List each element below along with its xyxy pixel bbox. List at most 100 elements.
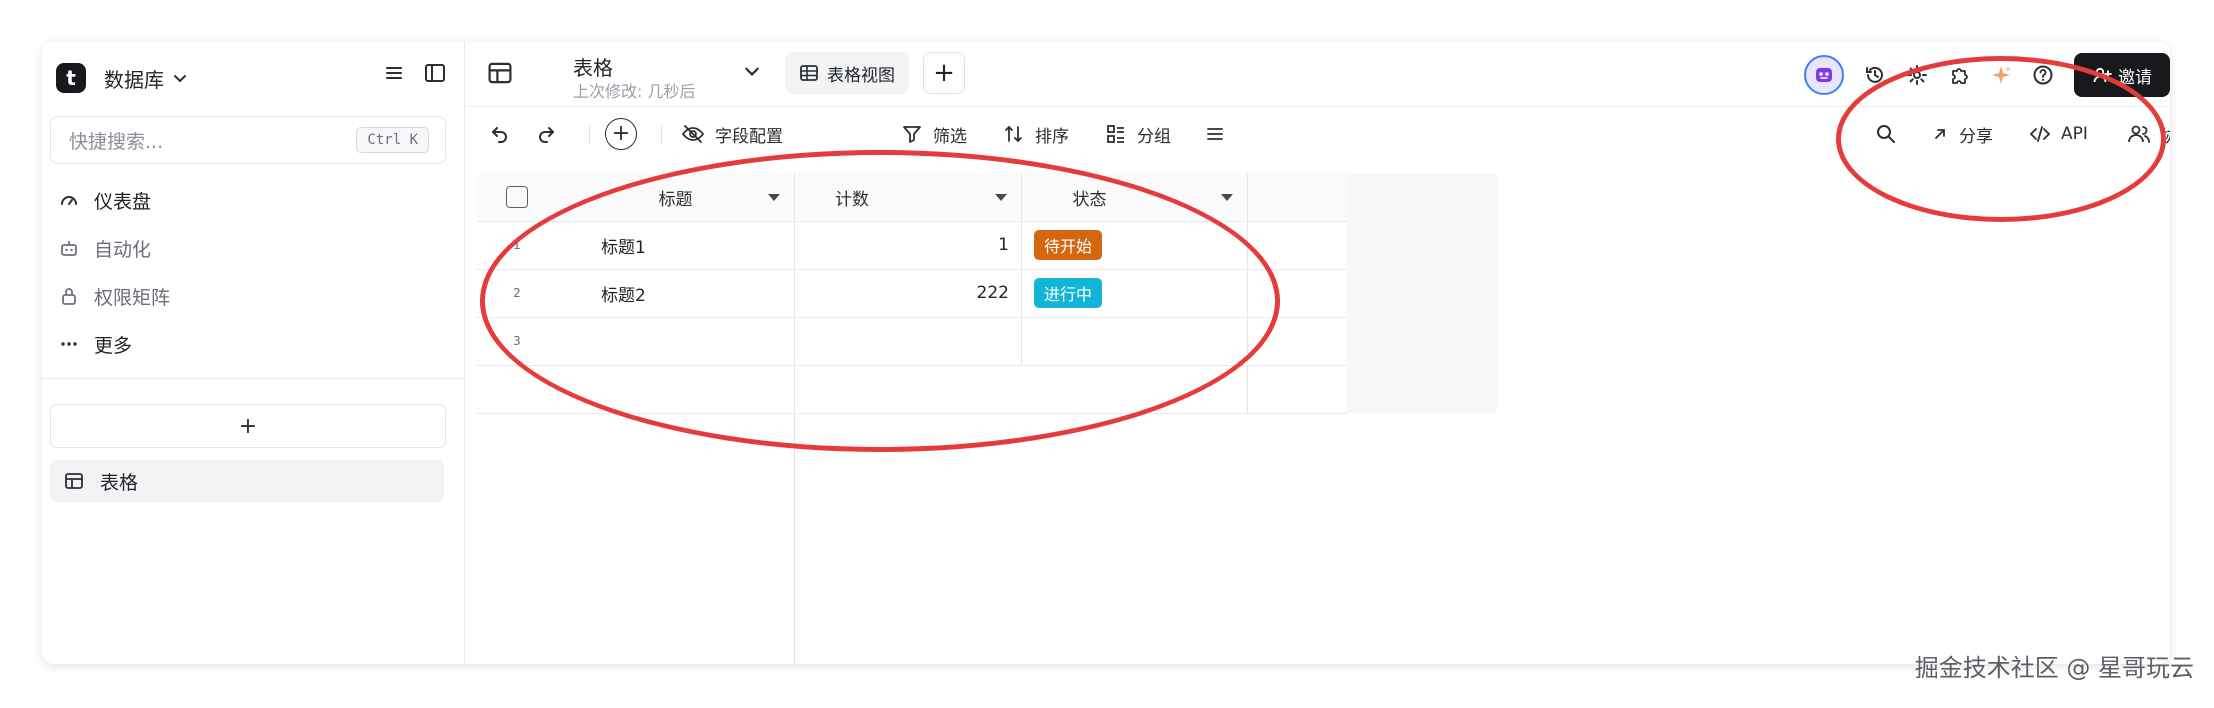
base-switcher[interactable]: t 数据库 (50, 56, 188, 100)
filter-button[interactable]: 筛选 (901, 107, 967, 161)
field-config-label: 字段配置 (715, 126, 783, 147)
last-modified: 上次修改: 几秒后 (573, 82, 696, 101)
sparkle-ai-icon[interactable] (1990, 64, 2012, 86)
search-button[interactable] (1875, 107, 1897, 161)
count-cell[interactable] (795, 317, 1022, 365)
redo-button[interactable] (535, 107, 557, 161)
undo-button[interactable] (489, 107, 511, 161)
toolbar: + 字段配置 筛选 排序 分组 分享 API 协 (465, 107, 2170, 161)
sidebar-item-label: 权限矩阵 (94, 286, 171, 309)
toolbar-divider (661, 125, 662, 145)
title-cell[interactable] (557, 317, 795, 365)
header: 表格 上次修改: 几秒后 表格视图 + 邀请 (465, 42, 2170, 107)
sort-label: 排序 (1035, 126, 1069, 147)
arrow-up-right-icon (1931, 125, 1949, 143)
column-menu-caret-icon[interactable] (768, 194, 780, 201)
filter-label: 筛选 (933, 126, 967, 147)
table-row[interactable]: 2 标题2 222 进行中 (477, 269, 1347, 318)
redo-icon (535, 123, 557, 145)
group-button[interactable]: 分组 (1105, 107, 1171, 161)
status-cell[interactable] (1022, 317, 1248, 365)
column-header-status[interactable]: 状态 (1022, 173, 1248, 221)
row-number: 1 (513, 238, 521, 252)
cell-number: 222 (976, 283, 1009, 303)
share-button[interactable]: 分享 (1931, 107, 1993, 161)
append-row[interactable] (477, 365, 1347, 414)
history-icon[interactable] (1864, 64, 1886, 86)
group-label: 分组 (1137, 126, 1171, 147)
table-title[interactable]: 表格 (573, 52, 613, 81)
column-header-count[interactable]: 计数 (795, 173, 1022, 221)
menu-icon[interactable] (384, 62, 404, 84)
row-number-cell: 1 (477, 221, 557, 269)
cell-text: 标题2 (601, 285, 646, 306)
table-row[interactable]: 1 标题1 1 待开始 (477, 221, 1347, 270)
help-icon[interactable] (2032, 64, 2054, 86)
base-name: 数据库 (104, 67, 164, 92)
table-row[interactable]: 3 (477, 317, 1347, 366)
column-header-label: 计数 (835, 189, 869, 210)
select-all-checkbox[interactable] (506, 186, 528, 208)
append-cell[interactable] (477, 365, 795, 413)
lock-icon (54, 286, 84, 306)
cell-text: 标题1 (601, 237, 646, 258)
status-cell[interactable]: 待开始 (1022, 221, 1248, 269)
column-menu-caret-icon[interactable] (1221, 194, 1233, 201)
title-cell[interactable]: 标题1 (557, 221, 795, 269)
group-icon (1105, 123, 1127, 145)
column-header-title[interactable]: 标题 (557, 173, 795, 221)
api-button[interactable]: API (2029, 107, 2088, 161)
add-circle-icon: + (605, 118, 637, 150)
toolbar-divider (589, 125, 590, 145)
gear-icon[interactable] (1906, 64, 1928, 86)
search-icon (1875, 123, 1897, 145)
sidebar-item-label: 自动化 (94, 238, 152, 261)
share-label: 分享 (1959, 126, 1993, 147)
sidebar-toggle-icon[interactable] (424, 62, 446, 84)
count-cell[interactable]: 1 (795, 221, 1022, 269)
status-cell[interactable]: 进行中 (1022, 269, 1248, 317)
sidebar-item-label: 仪表盘 (94, 190, 152, 213)
field-config-button[interactable]: 字段配置 (681, 107, 783, 161)
app-logo: t (56, 63, 86, 93)
tab-grid-view[interactable]: 表格视图 (785, 52, 909, 94)
table-icon (487, 60, 513, 86)
gauge-icon (54, 190, 84, 210)
sort-button[interactable]: 排序 (1003, 107, 1069, 161)
sidebar-item-automation[interactable]: 自动化 (50, 224, 444, 272)
users-icon (2127, 123, 2151, 145)
plugin-puzzle-icon[interactable] (1948, 64, 1970, 86)
column-header-label: 标题 (658, 189, 693, 210)
quick-search-input[interactable]: 快捷搜索... Ctrl K (50, 116, 446, 164)
table-icon (64, 471, 84, 491)
collaborate-label: 协同 (2161, 126, 2170, 147)
add-record-button[interactable]: + (605, 107, 637, 161)
append-cell[interactable] (795, 365, 1248, 413)
sidebar-item-table[interactable]: 表格 (50, 460, 444, 502)
collaborate-button[interactable]: 协同 (2127, 107, 2170, 161)
row-height-button[interactable] (1205, 107, 1225, 161)
sidebar-item-permissions[interactable]: 权限矩阵 (50, 272, 444, 320)
search-shortcut: Ctrl K (356, 127, 429, 153)
sidebar-item-dashboard[interactable]: 仪表盘 (50, 176, 444, 224)
invite-button[interactable]: 邀请 (2074, 53, 2170, 97)
chevron-down-icon[interactable] (743, 62, 761, 80)
column-menu-caret-icon[interactable] (995, 194, 1007, 201)
more-dots-icon (54, 334, 84, 354)
sidebar-item-more[interactable]: 更多 (50, 320, 444, 368)
lines-icon (1205, 124, 1225, 144)
add-table-button[interactable]: + (50, 404, 446, 448)
watermark: 掘金技术社区 @ 星哥玩云 (1914, 654, 2194, 682)
row-number-cell: 3 (477, 317, 557, 365)
row-number: 2 (513, 286, 521, 300)
sidebar-item-label: 表格 (100, 471, 139, 494)
tab-label: 表格视图 (827, 65, 895, 86)
count-cell[interactable]: 222 (795, 269, 1022, 317)
title-cell[interactable]: 标题2 (557, 269, 795, 317)
header-actions: 邀请 (1804, 53, 2170, 97)
add-view-button[interactable]: + (923, 52, 965, 94)
select-all-cell[interactable] (477, 173, 557, 221)
invite-label: 邀请 (2118, 67, 2152, 88)
avatar[interactable] (1804, 55, 1844, 95)
api-label: API (2061, 124, 2088, 144)
